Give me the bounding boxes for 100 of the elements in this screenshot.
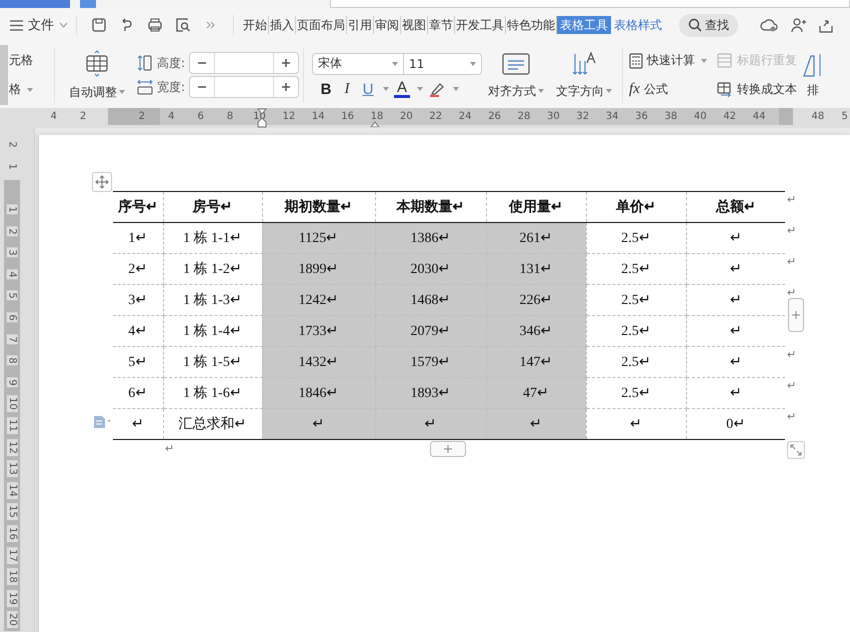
ruler-number: 24 [458,111,473,122]
quick-calc-button[interactable]: 快速计算 [629,52,708,69]
caret-icon [27,88,33,92]
width-field[interactable] [189,76,300,98]
ruler-number: 17 [6,546,18,564]
menu-tab[interactable]: 审阅 [374,16,401,34]
menu-tab[interactable]: 表格工具 [557,16,611,34]
font-name-field[interactable]: 宋体 [312,52,404,74]
table-cell: 1468↵ [375,284,486,316]
menu-tab[interactable]: 页面布局 [296,16,347,34]
formula-button[interactable]: fx 公式 [629,81,708,98]
table-cell: 1125↵ [262,222,375,254]
table-cell: 5↵ [113,346,163,378]
ruler-number: 32 [575,111,590,122]
italic-button[interactable]: I [339,80,356,98]
table-cell: 1386↵ [375,222,486,254]
align-icon [501,50,532,76]
table-cell: ↵ [486,408,586,440]
height-field[interactable] [189,52,300,74]
search-button[interactable]: 查找 [679,14,738,36]
menu-tab[interactable]: 章节 [428,16,455,34]
ruler-number: 26 [487,111,502,122]
ruler-number: 4 [167,111,176,122]
table-cell: 1 栋 1-6↵ [163,378,262,408]
paragraph-mark: ↵ [165,442,176,455]
paragraph-mark: ↵ [787,379,796,392]
ruler-number: 14 [310,111,326,122]
ruler-number: 12 [281,111,296,122]
add-user-icon[interactable] [790,17,806,33]
ruler-number: 34 [604,111,620,122]
ruler-number: 2 [78,111,88,122]
menu-tab[interactable]: 开始 [242,16,269,34]
ruler-number: 42 [722,111,738,122]
cell-button[interactable]: 元格 [9,52,33,69]
caret-icon[interactable] [417,87,424,91]
table-cell: 汇总求和↵ [163,408,262,440]
caret-icon[interactable] [453,87,460,91]
column-width-icon [137,79,153,95]
bold-button[interactable]: B [318,80,334,98]
table-cell: 2030↵ [375,254,486,284]
row-height-icon [137,55,153,71]
ruler-number: 38 [664,111,678,122]
column-header: 序号↵ [113,192,163,222]
print-icon[interactable] [147,17,163,33]
font-color-button[interactable]: A [394,80,410,98]
preview-icon[interactable] [175,17,191,33]
column-header: 房号↵ [163,192,262,222]
resize-handle-icon[interactable] [787,441,805,459]
menu-tab[interactable]: 引用 [347,16,374,34]
underline-button[interactable]: U [360,80,376,98]
table-cell: 2.5↵ [586,346,686,378]
plus-icon[interactable] [281,58,292,68]
table-cell: 2.5↵ [586,316,686,346]
add-row-icon[interactable] [430,441,466,457]
table-cell: 4↵ [113,316,163,346]
ruler-number: 20 [6,612,18,628]
sort-button[interactable]: 排 [801,52,826,98]
table-cell: 1846↵ [262,378,375,408]
ruler-number: 40 [692,111,708,122]
menu-tab[interactable]: 插入 [269,16,296,34]
plus-icon[interactable] [281,82,292,92]
height-label: 高度: [157,54,186,72]
table-cell: 1 栋 1-5↵ [163,346,262,378]
save-icon[interactable] [91,17,107,33]
convert-to-text-button[interactable]: 转换成文本 [717,81,798,98]
tab-marker [80,0,96,8]
ruler-number: 30 [546,111,561,122]
caret-icon[interactable] [383,87,390,91]
table-cell: ↵ [375,408,486,440]
caret-icon [470,62,476,66]
caret-icon [538,89,544,93]
align-button[interactable]: 对齐方式 [482,50,550,100]
calculator-icon [629,52,644,68]
ruler-number: 19 [6,590,18,607]
font-size-field[interactable]: 11 [404,52,482,74]
ruler-number: 7 [6,334,18,344]
menu-tab[interactable]: 表格样式 [611,16,665,34]
menu-tab[interactable]: 开发工具 [455,16,506,34]
column-header: 总额↵ [686,192,785,222]
table-cell: 1733↵ [262,316,375,346]
caret-icon [701,58,708,62]
paragraph-mark: ↵ [787,348,796,361]
ruler-number: 2 [138,111,146,122]
menu-tab[interactable]: 视图 [401,16,428,34]
table-cell: 1 栋 1-1↵ [163,222,262,254]
tab-stop-icon[interactable] [370,121,380,127]
cloud-icon[interactable] [760,17,778,33]
table-button[interactable]: 格 [9,81,33,98]
move-handle-icon[interactable] [92,172,112,192]
autofit-button[interactable]: 自动调整 [63,50,131,100]
paragraph-mark: ↵ [787,255,796,268]
table-cell: 3↵ [113,284,163,316]
paragraph-mark: ↵ [787,193,796,206]
table-cell: 1893↵ [375,378,486,408]
table-cell: 1 栋 1-2↵ [163,254,262,284]
add-column-icon[interactable] [788,298,804,332]
text-direction-button[interactable]: 文字方向 [550,50,618,100]
file-menu-button[interactable]: 文件 [10,16,68,34]
highlighter-icon[interactable] [428,81,446,97]
ruler-number: 28 [516,111,532,122]
